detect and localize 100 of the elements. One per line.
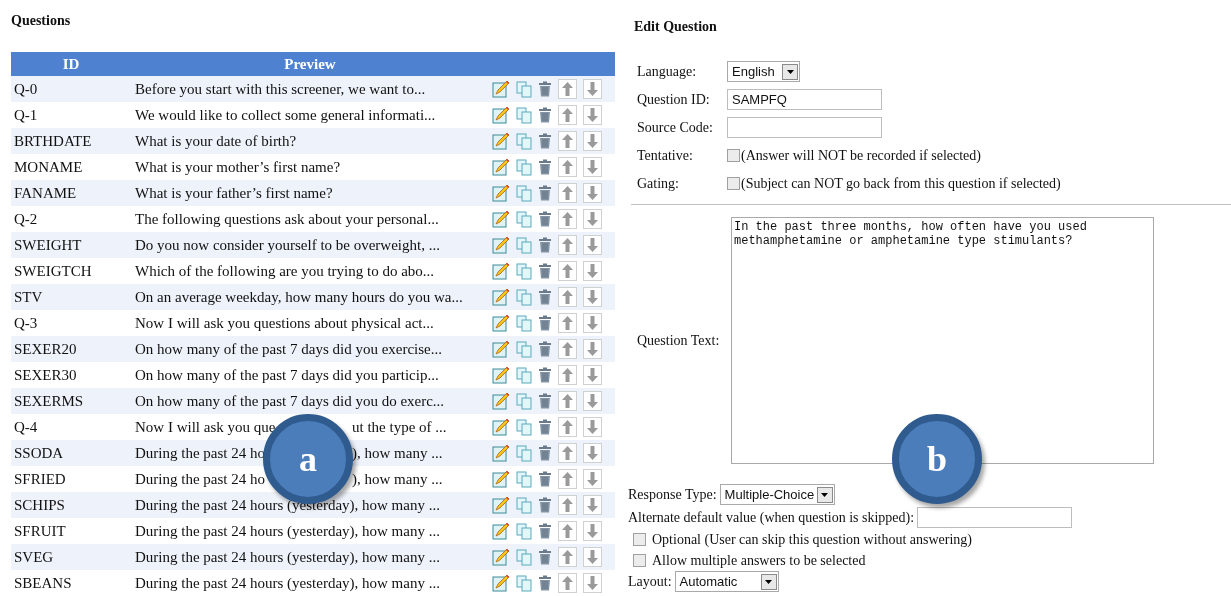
copy-icon[interactable] (516, 210, 532, 228)
copy-icon[interactable] (516, 418, 532, 436)
trash-icon[interactable] (538, 107, 552, 123)
pencil-paper-icon[interactable] (492, 470, 510, 488)
pencil-paper-icon[interactable] (492, 392, 510, 410)
table-row[interactable]: SVEG During the past 24 hours (yesterday), how many ... (11, 544, 615, 570)
trash-icon[interactable] (538, 393, 552, 409)
table-cell-text: The following questions ask about your personal... (135, 209, 439, 229)
copy-icon[interactable] (516, 366, 532, 384)
layout-select[interactable]: Automatic (674, 571, 779, 592)
checkbox[interactable] (633, 532, 646, 546)
trash-icon[interactable] (538, 237, 552, 253)
trash-icon[interactable] (538, 133, 552, 149)
pencil-paper-icon[interactable] (492, 496, 510, 514)
trash-icon[interactable] (538, 315, 552, 331)
pencil-paper-icon[interactable] (492, 80, 510, 98)
trash-icon[interactable] (538, 367, 552, 383)
pencil-paper-icon[interactable] (492, 340, 510, 358)
table-cell-text: On how many of the past 7 days did you particip... (135, 365, 439, 385)
trash-icon[interactable] (538, 263, 552, 279)
trash-icon[interactable] (538, 159, 552, 175)
table-row[interactable]: SCHIPS During the past 24 hours (yesterday), how many ... (11, 492, 615, 518)
trash-icon[interactable] (538, 289, 552, 305)
trash-icon[interactable] (538, 549, 552, 565)
response-type-select[interactable]: Multiple-Choice (719, 484, 835, 505)
pencil-paper-icon[interactable] (492, 314, 510, 332)
trash-icon[interactable] (538, 575, 552, 591)
copy-icon[interactable] (516, 522, 532, 540)
copy-icon[interactable] (516, 548, 532, 566)
pencil-paper-icon[interactable] (492, 548, 510, 566)
pencil-paper-icon[interactable] (492, 444, 510, 462)
table-row[interactable]: FANAME What is your father’s first name? (11, 180, 615, 206)
checkbox[interactable] (727, 148, 740, 162)
table-cell-text: Q-0 (13, 79, 39, 99)
input-field[interactable]: SAMPFQ (727, 88, 882, 110)
copy-icon[interactable] (516, 80, 532, 98)
copy-icon[interactable] (516, 444, 532, 462)
pencil-paper-icon[interactable] (492, 288, 510, 306)
trash-icon[interactable] (538, 497, 552, 513)
copy-icon[interactable] (516, 288, 532, 306)
table-row[interactable]: Q-0 Before you start with this screener, we want to... (11, 76, 615, 102)
table-cell-text: SEXER20 (13, 339, 78, 359)
trash-icon[interactable] (538, 81, 552, 97)
caret-icon (760, 573, 777, 590)
table-row[interactable]: BRTHDATE What is your date of birth? (11, 128, 615, 154)
field-label: Response Type: (628, 486, 717, 504)
pencil-paper-icon[interactable] (492, 184, 510, 202)
trash-icon[interactable] (538, 471, 552, 487)
input-field[interactable] (917, 506, 1073, 528)
trash-icon[interactable] (538, 341, 552, 357)
table-cell-text: MONAME (13, 157, 84, 177)
copy-icon[interactable] (516, 132, 532, 150)
field-label: Language: (637, 63, 698, 81)
copy-icon[interactable] (516, 184, 532, 202)
table-cell-text: We would like to collect some general informati... (135, 105, 436, 125)
trash-icon[interactable] (538, 185, 552, 201)
copy-icon[interactable] (516, 340, 532, 358)
pencil-paper-icon[interactable] (492, 132, 510, 150)
table-cell-text: SFRUIT (13, 521, 67, 541)
table-cell-text: During the past 24 ho (135, 469, 265, 489)
pencil-paper-icon[interactable] (492, 210, 510, 228)
pencil-paper-icon[interactable] (492, 366, 510, 384)
table-row[interactable]: STV On an average weekday, how many hours do you wa... (11, 284, 615, 310)
checkbox-label: Allow multiple answers to be selected (652, 551, 866, 570)
table-cell-text: On how many of the past 7 days did you do exerc... (135, 391, 445, 411)
copy-icon[interactable] (516, 262, 532, 280)
copy-icon[interactable] (516, 470, 532, 488)
trash-icon[interactable] (538, 211, 552, 227)
table-row[interactable]: SEXER20 On how many of the past 7 days did you exercise... (11, 336, 615, 362)
copy-icon[interactable] (516, 392, 532, 410)
table-cell-text: Before you start with this screener, we want to... (135, 79, 426, 99)
table-row[interactable]: SEXERMS On how many of the past 7 days did you do exerc... (11, 388, 615, 414)
table-cell-text: Q-4 (13, 417, 39, 437)
trash-icon[interactable] (538, 419, 552, 435)
checkbox[interactable] (727, 176, 740, 190)
pencil-paper-icon[interactable] (492, 522, 510, 540)
table-row[interactable]: SWEIGHT Do you now consider yourself to be overweight, ... (11, 232, 615, 258)
input-field[interactable] (727, 116, 882, 138)
copy-icon[interactable] (516, 106, 532, 124)
pencil-paper-icon[interactable] (492, 262, 510, 280)
copy-icon[interactable] (516, 158, 532, 176)
copy-icon[interactable] (516, 496, 532, 514)
column-header: Preview (283, 54, 337, 74)
language-select[interactable]: English (727, 61, 800, 82)
pencil-paper-icon[interactable] (492, 574, 510, 592)
table-cell-text: What is your father’s first name? (135, 183, 333, 203)
trash-icon[interactable] (538, 445, 552, 461)
pencil-paper-icon[interactable] (492, 158, 510, 176)
caret-icon (782, 63, 798, 80)
copy-icon[interactable] (516, 314, 532, 332)
table-cell-text: ), how many ... (352, 469, 443, 489)
column-header: ID (61, 54, 81, 74)
trash-icon[interactable] (538, 523, 552, 539)
checkbox[interactable] (633, 553, 646, 567)
table-cell-text: SVEG (13, 547, 55, 567)
pencil-paper-icon[interactable] (492, 236, 510, 254)
copy-icon[interactable] (516, 574, 532, 592)
pencil-paper-icon[interactable] (492, 418, 510, 436)
copy-icon[interactable] (516, 236, 532, 254)
pencil-paper-icon[interactable] (492, 106, 510, 124)
